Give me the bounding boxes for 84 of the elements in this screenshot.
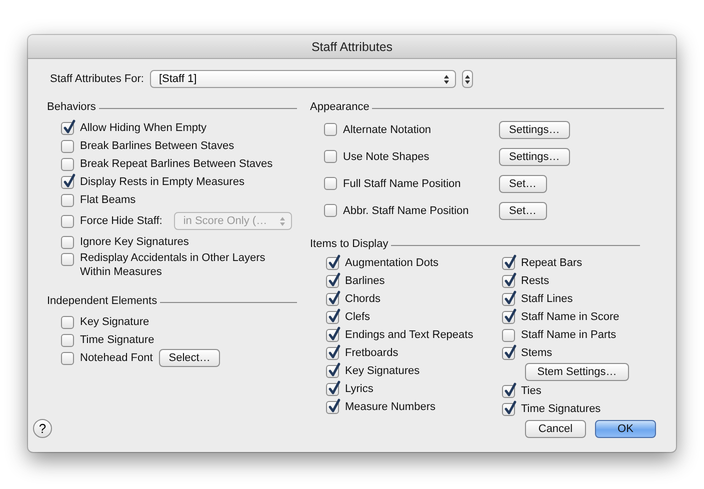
checkbox[interactable] <box>61 158 74 170</box>
checkbox-label: Chords <box>345 292 380 306</box>
checkbox-label: Key Signatures <box>345 364 420 378</box>
checkbox-label: Abbr. Staff Name Position <box>343 204 470 218</box>
checkbox[interactable] <box>61 352 74 364</box>
updown-arrows-icon <box>464 74 470 84</box>
section-title: Independent Elements <box>47 295 158 307</box>
checkbox-label: Ties <box>521 384 542 398</box>
checkbox[interactable] <box>324 177 337 190</box>
checkbox-label: Full Staff Name Position <box>343 176 462 190</box>
checkbox-label: Break Barlines Between Staves <box>80 139 234 153</box>
checkbox[interactable] <box>326 274 339 288</box>
checkbox-label: Force Hide Staff: <box>80 214 162 228</box>
checkbox-label: Use Note Shapes <box>343 150 430 164</box>
checkbox-label: Time Signatures <box>521 402 601 416</box>
checkbox[interactable] <box>502 256 515 270</box>
cancel-button[interactable]: Cancel <box>525 420 586 438</box>
settings-button[interactable]: Set… <box>499 202 547 220</box>
checkbox[interactable] <box>502 310 515 324</box>
checkbox-label: Stems <box>521 346 552 360</box>
checkbox[interactable] <box>326 256 339 270</box>
checkbox-label: Rests <box>521 274 550 288</box>
checkbox-label: Time Signature <box>80 333 154 347</box>
settings-button[interactable]: Settings… <box>499 148 570 166</box>
checkbox[interactable] <box>324 204 337 217</box>
checkbox-label: Redisplay Accidentals in Other Layers Within Measures <box>80 251 266 279</box>
checkbox-label: Ignore Key Signatures <box>80 235 189 249</box>
checkbox-label: Repeat Bars <box>521 256 582 270</box>
updown-arrows-icon <box>280 216 286 226</box>
checkbox[interactable] <box>502 384 515 398</box>
checkbox-label: Notehead Font <box>80 351 153 365</box>
section-title: Appearance <box>310 101 370 113</box>
checkbox[interactable] <box>61 316 74 328</box>
section-title: Behaviors <box>47 101 96 113</box>
checkbox[interactable] <box>326 382 339 396</box>
checkbox[interactable] <box>61 140 74 152</box>
checkbox[interactable] <box>326 310 339 324</box>
checkbox[interactable] <box>61 236 74 248</box>
stepper[interactable] <box>462 70 473 88</box>
checkbox[interactable] <box>326 400 339 414</box>
checkbox[interactable] <box>326 292 339 306</box>
checkbox[interactable] <box>502 292 515 306</box>
checkbox-label: Display Rests in Empty Measures <box>80 175 244 189</box>
checkbox[interactable] <box>502 274 515 288</box>
checkbox[interactable] <box>326 346 339 360</box>
help-button[interactable]: ? <box>33 419 52 438</box>
checkbox-label: Alternate Notation <box>343 122 432 136</box>
checkbox-label: Key Signature <box>80 315 150 329</box>
settings-button[interactable]: Settings… <box>499 120 570 138</box>
checkbox[interactable] <box>324 150 337 163</box>
staff-dropdown[interactable]: [Staff 1] <box>150 70 456 88</box>
checkbox[interactable] <box>61 214 74 228</box>
checkbox-label: Augmentation Dots <box>345 256 439 270</box>
checkbox[interactable] <box>502 346 515 360</box>
checkbox[interactable] <box>326 364 339 378</box>
ok-button[interactable]: OK <box>595 420 656 438</box>
stem-settings-button[interactable]: Stem Settings… <box>525 363 629 381</box>
checkbox-label: Allow Hiding When Empty <box>80 121 207 135</box>
checkbox-label: Endings and Text Repeats <box>345 328 474 342</box>
checkbox[interactable] <box>61 122 74 134</box>
field-label: Staff Attributes For: <box>50 73 144 85</box>
checkbox[interactable] <box>61 194 74 206</box>
checkbox[interactable] <box>61 334 74 346</box>
checkbox[interactable] <box>502 328 515 342</box>
section-title: Items to Display <box>310 238 388 250</box>
checkbox-label: Fretboards <box>345 346 398 360</box>
checkbox[interactable] <box>324 123 337 136</box>
settings-button[interactable]: Set… <box>499 174 547 192</box>
checkbox[interactable] <box>326 328 339 342</box>
checkbox[interactable] <box>61 253 74 266</box>
window-title: Staff Attributes <box>311 40 393 54</box>
checkbox-label: Lyrics <box>345 382 374 396</box>
checkbox-label: Barlines <box>345 274 385 288</box>
settings-button[interactable]: Select… <box>158 349 220 367</box>
checkbox[interactable] <box>61 176 74 188</box>
checkbox-label: Break Repeat Barlines Between Staves <box>80 157 273 171</box>
checkbox-label: Flat Beams <box>80 193 136 207</box>
checkbox-label: Staff Lines <box>521 292 573 306</box>
updown-arrows-icon <box>444 74 449 84</box>
checkbox[interactable] <box>502 402 515 416</box>
checkbox-label: Measure Numbers <box>345 400 436 414</box>
checkbox-label: Clefs <box>345 310 370 324</box>
checkbox-label: Staff Name in Parts <box>521 328 616 342</box>
checkbox-label: Staff Name in Score <box>521 310 620 324</box>
